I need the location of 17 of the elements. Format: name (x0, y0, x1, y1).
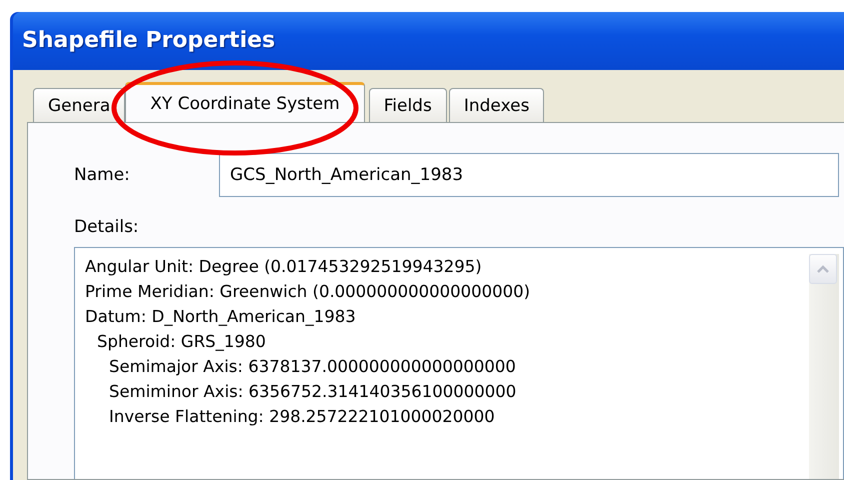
scrollbar[interactable] (809, 254, 839, 479)
window-title: Shapefile Properties (22, 28, 276, 52)
detail-line: Inverse Flattening: 298.257222101000020000 (108, 406, 496, 428)
tab[interactable]: Fields (368, 88, 447, 122)
name-field[interactable]: GCS_North_American_1983 (219, 153, 839, 197)
detail-line: Spheroid: GRS_1980 (96, 331, 267, 353)
detail-line: Datum: D_North_American_1983 (85, 306, 357, 328)
field-label: Name: (74, 165, 131, 185)
tab[interactable]: Indexes (448, 88, 544, 122)
tab[interactable]: XY Coordinate System (125, 82, 365, 122)
detail-line: Angular Unit: Degree (0.017453292519943295) (85, 256, 483, 278)
scroll-up-button[interactable] (809, 254, 837, 284)
detail-line: Semimajor Axis: 6378137.000000000000000000 (108, 356, 517, 378)
detail-line: Semiminor Axis: 6356752.314140356100000000 (108, 381, 518, 403)
field-label: Details: (74, 217, 140, 237)
detail-line: Prime Meridian: Greenwich (0.000000000000000000) (85, 281, 532, 303)
tab[interactable]: Genera (33, 88, 126, 122)
